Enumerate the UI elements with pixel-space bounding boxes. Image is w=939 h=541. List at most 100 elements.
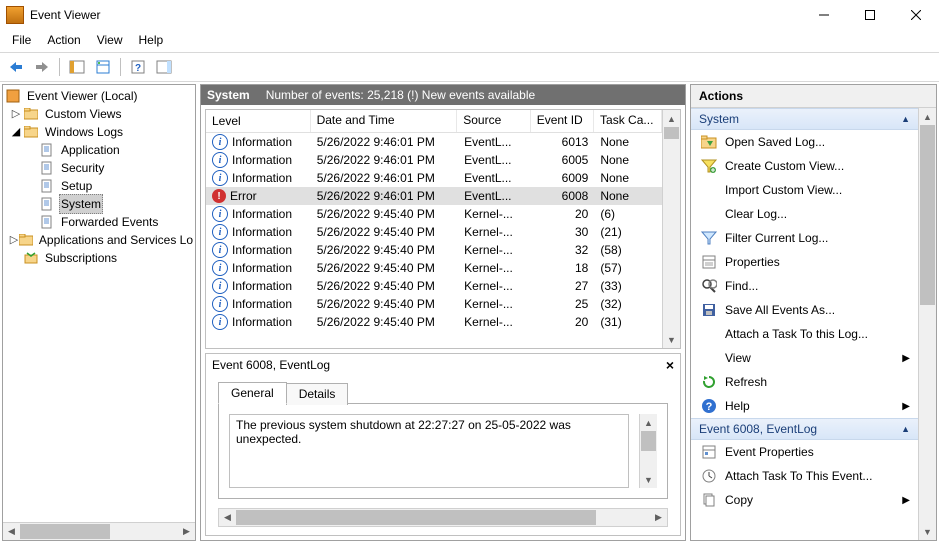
- scroll-right-icon[interactable]: ▶: [650, 509, 667, 526]
- action-properties[interactable]: Properties: [691, 250, 918, 274]
- scroll-thumb[interactable]: [641, 431, 656, 451]
- event-row[interactable]: iInformation5/26/2022 9:45:40 PMKernel-.…: [206, 313, 662, 331]
- scroll-down-icon[interactable]: ▼: [919, 523, 936, 540]
- scroll-down-icon[interactable]: ▼: [663, 331, 680, 348]
- action-save-all[interactable]: Save All Events As...: [691, 298, 918, 322]
- tree-root[interactable]: Event Viewer (Local): [5, 87, 195, 105]
- detail-tab-panel: The previous system shutdown at 22:27:27…: [218, 403, 668, 499]
- tree-custom-views[interactable]: ▷ Custom Views: [5, 105, 195, 123]
- scroll-up-icon[interactable]: ▲: [919, 108, 936, 125]
- event-row[interactable]: iInformation5/26/2022 9:45:40 PMKernel-.…: [206, 205, 662, 223]
- nav-tree[interactable]: Event Viewer (Local) ▷ Custom Views ◢ Wi…: [3, 85, 195, 269]
- tree-application[interactable]: Application: [5, 141, 195, 159]
- menu-view[interactable]: View: [89, 31, 131, 49]
- cell-source: Kernel-...: [458, 261, 531, 275]
- actions-v-scrollbar[interactable]: ▲ ▼: [918, 108, 936, 540]
- information-icon: i: [212, 242, 228, 258]
- tab-details[interactable]: Details: [286, 383, 349, 405]
- event-row[interactable]: iInformation5/26/2022 9:45:40 PMKernel-.…: [206, 223, 662, 241]
- expand-icon[interactable]: ▷: [9, 231, 19, 249]
- detail-h-scrollbar[interactable]: ◀ ▶: [218, 508, 668, 527]
- action-event-properties[interactable]: Event Properties: [691, 440, 918, 464]
- close-button[interactable]: [893, 0, 939, 30]
- help-toolbar-button[interactable]: ?: [126, 55, 150, 79]
- event-row[interactable]: iInformation5/26/2022 9:46:01 PMEventL..…: [206, 133, 662, 151]
- tree-setup[interactable]: Setup: [5, 177, 195, 195]
- scroll-left-icon[interactable]: ◀: [3, 523, 20, 540]
- collapse-icon[interactable]: ▲: [901, 114, 910, 124]
- tree-h-scrollbar[interactable]: ◀ ▶: [3, 522, 195, 540]
- event-row[interactable]: !Error5/26/2022 9:46:01 PMEventL...6008N…: [206, 187, 662, 205]
- event-row[interactable]: iInformation5/26/2022 9:45:40 PMKernel-.…: [206, 277, 662, 295]
- action-refresh[interactable]: Refresh: [691, 370, 918, 394]
- collapse-icon[interactable]: ◢: [9, 123, 23, 141]
- cell-eventid: 6013: [531, 135, 594, 149]
- tree-apps-services[interactable]: ▷ Applications and Services Lo: [5, 231, 195, 249]
- cell-level: Information: [232, 225, 292, 239]
- actions-group-system[interactable]: System▲: [691, 108, 918, 130]
- scroll-thumb[interactable]: [920, 125, 935, 305]
- event-row[interactable]: iInformation5/26/2022 9:45:40 PMKernel-.…: [206, 259, 662, 277]
- show-hide-tree-button[interactable]: [65, 55, 89, 79]
- action-find[interactable]: Find...: [691, 274, 918, 298]
- blank-icon: [699, 182, 719, 198]
- action-open-saved-log[interactable]: Open Saved Log...: [691, 130, 918, 154]
- cell-date: 5/26/2022 9:45:40 PM: [311, 225, 458, 239]
- column-headers[interactable]: Level Date and Time Source Event ID Task…: [206, 110, 662, 133]
- col-level[interactable]: Level: [206, 110, 311, 132]
- refresh-icon: [699, 374, 719, 390]
- action-import-custom-view[interactable]: Import Custom View...: [691, 178, 918, 202]
- scroll-thumb[interactable]: [236, 510, 596, 525]
- detail-v-scrollbar[interactable]: ▲ ▼: [639, 414, 657, 488]
- action-copy[interactable]: Copy▶: [691, 488, 918, 512]
- event-row[interactable]: iInformation5/26/2022 9:46:01 PMEventL..…: [206, 169, 662, 187]
- tree-windows-logs[interactable]: ◢ Windows Logs: [5, 123, 195, 141]
- properties-button[interactable]: [91, 55, 115, 79]
- action-attach-task-event[interactable]: Attach Task To This Event...: [691, 464, 918, 488]
- minimize-button[interactable]: [801, 0, 847, 30]
- action-label: Attach Task To This Event...: [725, 469, 872, 483]
- blank-icon: [699, 206, 719, 222]
- scroll-up-icon[interactable]: ▲: [640, 414, 657, 431]
- scroll-thumb[interactable]: [664, 127, 679, 139]
- expand-icon[interactable]: ▷: [9, 105, 23, 123]
- scroll-right-icon[interactable]: ▶: [178, 523, 195, 540]
- event-row[interactable]: iInformation5/26/2022 9:45:40 PMKernel-.…: [206, 241, 662, 259]
- action-help[interactable]: ?Help▶: [691, 394, 918, 418]
- scroll-down-icon[interactable]: ▼: [640, 471, 657, 488]
- actions-group-event[interactable]: Event 6008, EventLog▲: [691, 418, 918, 440]
- tab-general[interactable]: General: [218, 382, 287, 404]
- action-create-custom-view[interactable]: Create Custom View...: [691, 154, 918, 178]
- scroll-left-icon[interactable]: ◀: [219, 509, 236, 526]
- tree-subscriptions[interactable]: Subscriptions: [5, 249, 195, 267]
- tree-security[interactable]: Security: [5, 159, 195, 177]
- event-row[interactable]: iInformation5/26/2022 9:46:01 PMEventL..…: [206, 151, 662, 169]
- forward-button[interactable]: [30, 55, 54, 79]
- event-row[interactable]: iInformation5/26/2022 9:45:40 PMKernel-.…: [206, 295, 662, 313]
- show-hide-action-button[interactable]: [152, 55, 176, 79]
- tree-system[interactable]: System: [5, 195, 195, 213]
- col-date[interactable]: Date and Time: [311, 110, 458, 132]
- menu-file[interactable]: File: [4, 31, 39, 49]
- detail-close-icon[interactable]: ×: [666, 357, 674, 373]
- tree-forwarded[interactable]: Forwarded Events: [5, 213, 195, 231]
- collapse-icon[interactable]: ▲: [901, 424, 910, 434]
- menu-help[interactable]: Help: [131, 31, 172, 49]
- detail-message: The previous system shutdown at 22:27:27…: [229, 414, 629, 488]
- col-source[interactable]: Source: [457, 110, 530, 132]
- cell-date: 5/26/2022 9:45:40 PM: [311, 261, 458, 275]
- col-task[interactable]: Task Ca...: [594, 110, 662, 132]
- action-view[interactable]: View▶: [691, 346, 918, 370]
- event-list-v-scrollbar[interactable]: ▲ ▼: [662, 110, 680, 348]
- back-button[interactable]: [4, 55, 28, 79]
- action-filter-current-log[interactable]: Filter Current Log...: [691, 226, 918, 250]
- tree-label: Applications and Services Lo: [37, 231, 195, 249]
- menu-action[interactable]: Action: [39, 31, 88, 49]
- cell-level: Information: [232, 171, 292, 185]
- scroll-up-icon[interactable]: ▲: [663, 110, 680, 127]
- col-eventid[interactable]: Event ID: [531, 110, 594, 132]
- action-attach-task[interactable]: Attach a Task To this Log...: [691, 322, 918, 346]
- action-clear-log[interactable]: Clear Log...: [691, 202, 918, 226]
- maximize-button[interactable]: [847, 0, 893, 30]
- scroll-thumb[interactable]: [20, 524, 110, 539]
